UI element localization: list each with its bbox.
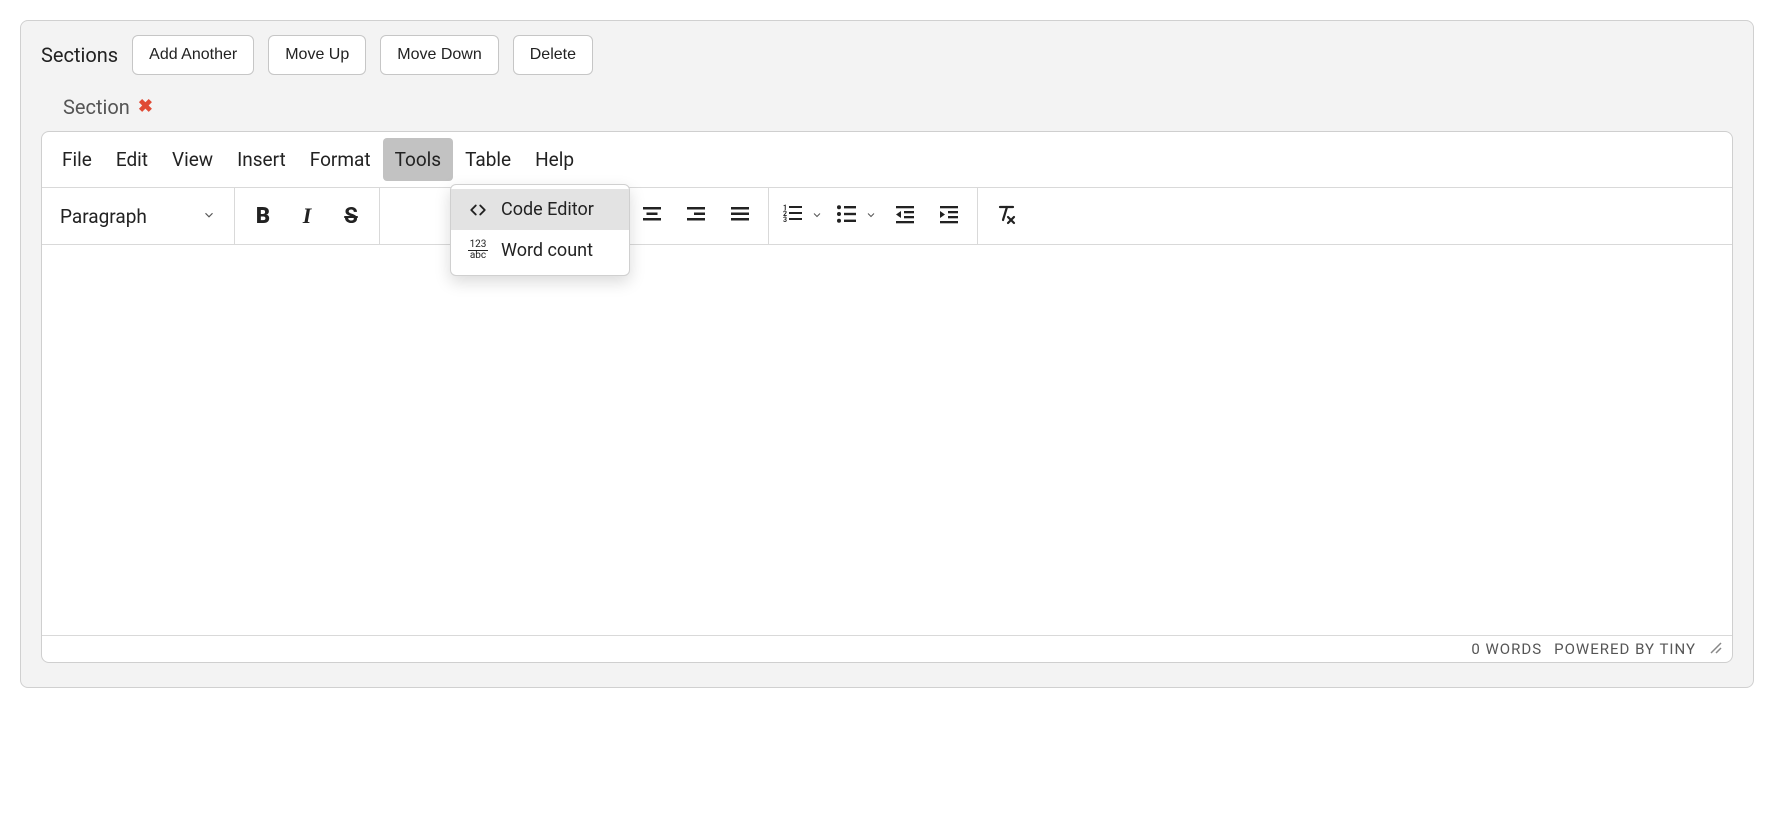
menu-table[interactable]: Table [453,138,523,181]
strikethrough-button[interactable]: S [329,194,373,238]
block-format-group: Paragraph [42,188,235,244]
clear-format-group [978,188,1034,244]
code-icon [467,201,489,219]
tools-dropdown: Code Editor 123abc Word count [450,184,630,276]
clear-formatting-button[interactable] [984,194,1028,238]
resize-handle-icon[interactable] [1708,640,1722,658]
menu-insert[interactable]: Insert [225,138,298,181]
menu-edit[interactable]: Edit [104,138,160,181]
tools-code-editor[interactable]: Code Editor [451,189,629,230]
menu-view[interactable]: View [160,138,225,181]
menu-tools[interactable]: Tools [383,138,454,181]
move-up-button[interactable]: Move Up [268,35,366,75]
editor-menubar: File Edit View Insert Format Tools Table… [42,132,1732,187]
align-right-button[interactable] [674,194,718,238]
menu-format[interactable]: Format [298,138,383,181]
align-center-button[interactable] [630,194,674,238]
align-right-icon [684,202,708,230]
list-indent-group: 123 [769,188,978,244]
word-count-icon: 123abc [467,240,489,261]
numbered-list-button[interactable]: 123 [775,194,829,238]
editor-content-area[interactable] [42,245,1732,635]
rich-text-editor: File Edit View Insert Format Tools Table… [41,131,1733,663]
numbered-list-icon: 123 [781,202,805,230]
editor-branding[interactable]: POWERED BY TINY [1554,640,1696,658]
sections-panel: Sections Add Another Move Up Move Down D… [20,20,1754,688]
section-heading: Section ✖ [63,95,1733,119]
chevron-down-icon [865,209,877,224]
italic-icon: I [303,203,312,229]
bullet-list-icon [835,202,859,230]
editor-statusbar: 0 WORDS POWERED BY TINY [42,635,1732,662]
indent-button[interactable] [927,194,971,238]
section-title: Section [63,95,130,119]
editor-toolbar: Paragraph B I S [42,187,1732,245]
clear-formatting-icon [994,202,1018,230]
align-justify-button[interactable] [718,194,762,238]
sections-label: Sections [41,43,118,67]
text-style-group: B I S [235,188,380,244]
block-format-label: Paragraph [60,205,147,228]
tools-code-editor-label: Code Editor [501,199,594,220]
chevron-down-icon [811,209,823,224]
sections-header-row: Sections Add Another Move Up Move Down D… [41,35,1733,75]
tools-word-count[interactable]: 123abc Word count [451,230,629,271]
add-another-button[interactable]: Add Another [132,35,254,75]
chevron-down-icon [202,208,216,225]
word-count-status[interactable]: 0 WORDS [1471,640,1542,658]
bullet-list-button[interactable] [829,194,883,238]
outdent-button[interactable] [883,194,927,238]
indent-icon [937,202,961,230]
tools-word-count-label: Word count [501,240,593,261]
svg-text:3: 3 [783,216,787,224]
italic-button[interactable]: I [285,194,329,238]
delete-button[interactable]: Delete [513,35,593,75]
move-down-button[interactable]: Move Down [380,35,498,75]
align-center-icon [640,202,664,230]
bold-button[interactable]: B [241,194,285,238]
remove-section-icon[interactable]: ✖ [138,98,153,116]
block-format-select[interactable]: Paragraph [48,188,228,244]
menu-help[interactable]: Help [523,138,586,181]
bold-icon: B [256,204,270,229]
outdent-icon [893,202,917,230]
strikethrough-icon: S [344,204,358,229]
align-justify-icon [728,202,752,230]
menu-file[interactable]: File [50,138,104,181]
